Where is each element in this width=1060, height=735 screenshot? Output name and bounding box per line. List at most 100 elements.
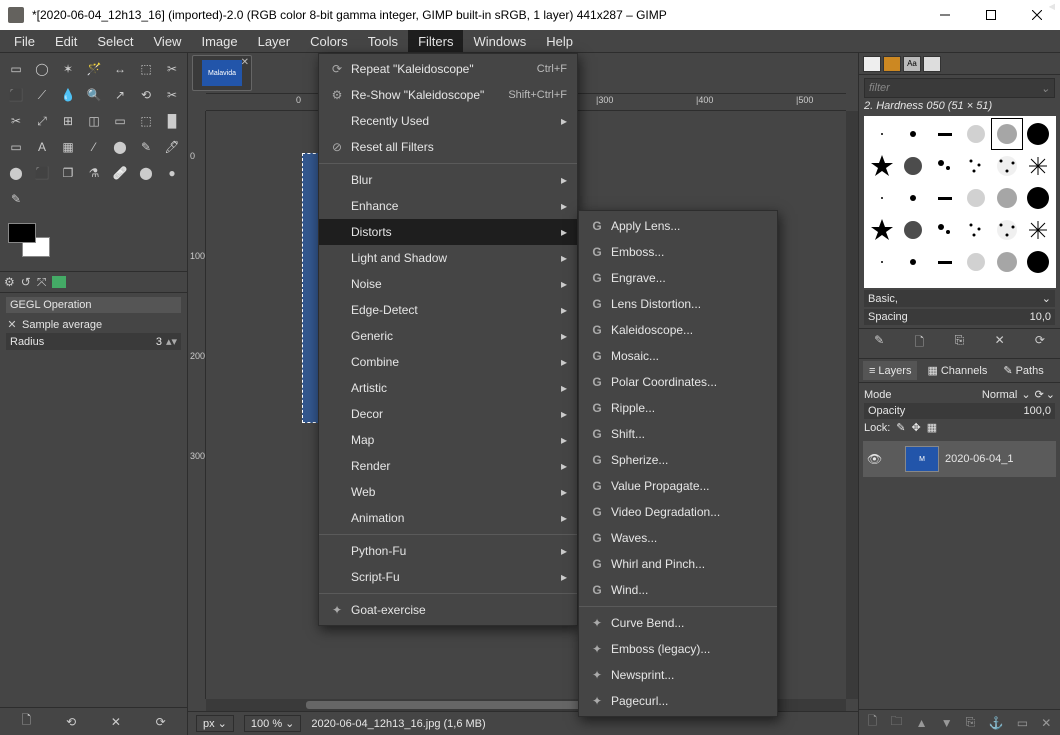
menu-help[interactable]: Help [536,30,583,52]
brush-item[interactable] [866,118,897,150]
menu-item-apply-lens-[interactable]: GApply Lens... [579,213,777,239]
brush-item[interactable] [929,246,960,278]
tool-24[interactable]: ⁄ [82,135,106,159]
layer-delete-button[interactable]: ✕ [1041,716,1051,730]
brush-grid[interactable] [864,116,1056,288]
menu-item-web[interactable]: Web▸ [319,479,577,505]
menu-item-newsprint-[interactable]: ✦Newsprint... [579,662,777,688]
brushes-tabbar[interactable]: Aa ◂ [859,53,1060,75]
tool-0[interactable]: ▭ [4,57,28,81]
tool-29[interactable]: ⬛ [30,161,54,185]
brush-item[interactable] [1023,182,1054,214]
save-preset-button[interactable]: 🗋 [15,712,37,732]
menu-item-spherize-[interactable]: GSpherize... [579,447,777,473]
menu-item-shift-[interactable]: GShift... [579,421,777,447]
brush-spacing-field[interactable]: Spacing 10,0 [864,309,1055,325]
reset-preset-button[interactable]: ⟳ [150,712,172,732]
menu-item-combine[interactable]: Combine▸ [319,349,577,375]
brush-item[interactable] [897,118,928,150]
tool-22[interactable]: A [30,135,54,159]
tool-26[interactable]: ✎ [134,135,158,159]
tool-23[interactable]: ▦ [56,135,80,159]
tool-5[interactable]: ⬚ [134,57,158,81]
tool-27[interactable]: 🖊 [160,135,184,159]
menu-item-blur[interactable]: Blur▸ [319,167,577,193]
menu-item-lens-distortion-[interactable]: GLens Distortion... [579,291,777,317]
sample-average-checkbox[interactable]: ✕Sample average [6,316,181,333]
minimize-button[interactable] [922,0,968,30]
brush-item[interactable] [960,182,991,214]
tool-14[interactable]: ✂ [4,109,28,133]
tool-19[interactable]: ⬚ [134,109,158,133]
tool-18[interactable]: ▭ [108,109,132,133]
brush-item[interactable] [1023,118,1054,150]
menu-item-goat-exercise[interactable]: ✦Goat-exercise [319,597,577,623]
tool-16[interactable]: ⊞ [56,109,80,133]
brush-item[interactable] [960,214,991,246]
menu-item-emboss-legacy-[interactable]: ✦Emboss (legacy)... [579,636,777,662]
menu-item-wind-[interactable]: GWind... [579,577,777,603]
tool-30[interactable]: ❐ [56,161,80,185]
tool-8[interactable]: ⟋ [30,83,54,107]
tool-33[interactable]: ⬤ [134,161,158,185]
brush-item[interactable] [1023,246,1054,278]
brush-item[interactable] [897,150,928,182]
menu-item-noise[interactable]: Noise▸ [319,271,577,297]
menu-item-recently-used[interactable]: Recently Used▸ [319,108,577,134]
document-tab[interactable]: Malavida ✕ [192,55,252,91]
menu-filters[interactable]: Filters [408,30,463,52]
tool-20[interactable]: █ [160,109,184,133]
brush-new-button[interactable]: 🗋 [909,333,929,354]
menu-item-render[interactable]: Render▸ [319,453,577,479]
brush-item[interactable] [897,246,928,278]
brush-refresh-button[interactable]: ⟳ [1030,333,1050,354]
tool-10[interactable]: 🔍 [82,83,106,107]
close-tab-icon[interactable]: ✕ [241,57,249,68]
tool-4[interactable]: ↔ [108,57,132,81]
menu-item-decor[interactable]: Decor▸ [319,401,577,427]
brush-item[interactable] [991,118,1022,150]
tool-28[interactable]: ⬤ [4,161,28,185]
layer-new-button[interactable]: 🗋 [868,712,878,733]
brush-item[interactable] [929,150,960,182]
brush-item[interactable] [929,118,960,150]
menu-item-map[interactable]: Map▸ [319,427,577,453]
menu-edit[interactable]: Edit [45,30,87,52]
brush-item[interactable] [866,246,897,278]
menu-item-repeat-kaleidoscope-[interactable]: ⟳Repeat "Kaleidoscope"Ctrl+F [319,56,577,82]
tool-17[interactable]: ◫ [82,109,106,133]
layer-down-button[interactable]: ▼ [941,716,953,730]
layer-merge-button[interactable]: ⚓ [989,716,1004,730]
brush-item[interactable] [991,214,1022,246]
menu-item-generic[interactable]: Generic▸ [319,323,577,349]
brush-preset-dropdown[interactable]: Basic,⌄ [864,290,1055,307]
tool-21[interactable]: ▭ [4,135,28,159]
layer-row[interactable]: 👁 M 2020-06-04_1 [863,441,1056,477]
menu-item-ripple-[interactable]: GRipple... [579,395,777,421]
menu-layer[interactable]: Layer [248,30,301,52]
brush-item[interactable] [960,150,991,182]
visibility-toggle-icon[interactable]: 👁 [867,452,883,466]
tab-paths[interactable]: ✎ Paths [997,361,1049,380]
menu-select[interactable]: Select [87,30,143,52]
menu-windows[interactable]: Windows [463,30,536,52]
maximize-button[interactable] [968,0,1014,30]
tool-31[interactable]: ⚗ [82,161,106,185]
brush-item[interactable] [929,182,960,214]
tool-25[interactable]: ⬤ [108,135,132,159]
tool-34[interactable]: ● [160,161,184,185]
radius-field[interactable]: Radius 3 ▴▾ [6,333,181,350]
brush-edit-button[interactable]: ✎ [869,333,889,354]
tab-layers[interactable]: ≡ Layers [863,361,917,380]
menu-item-pagecurl-[interactable]: ✦Pagecurl... [579,688,777,714]
menu-item-light-and-shadow[interactable]: Light and Shadow▸ [319,245,577,271]
menu-item-waves-[interactable]: GWaves... [579,525,777,551]
lock-paint-icon[interactable]: ✎ [896,421,905,434]
menu-view[interactable]: View [144,30,192,52]
menu-item-artistic[interactable]: Artistic▸ [319,375,577,401]
scrollbar-vertical[interactable] [846,111,858,699]
menu-item-python-fu[interactable]: Python-Fu▸ [319,538,577,564]
brush-item[interactable] [991,246,1022,278]
dock-menu-icon[interactable]: ◂ [1049,0,1060,15]
layer-name[interactable]: 2020-06-04_1 [945,453,1014,465]
